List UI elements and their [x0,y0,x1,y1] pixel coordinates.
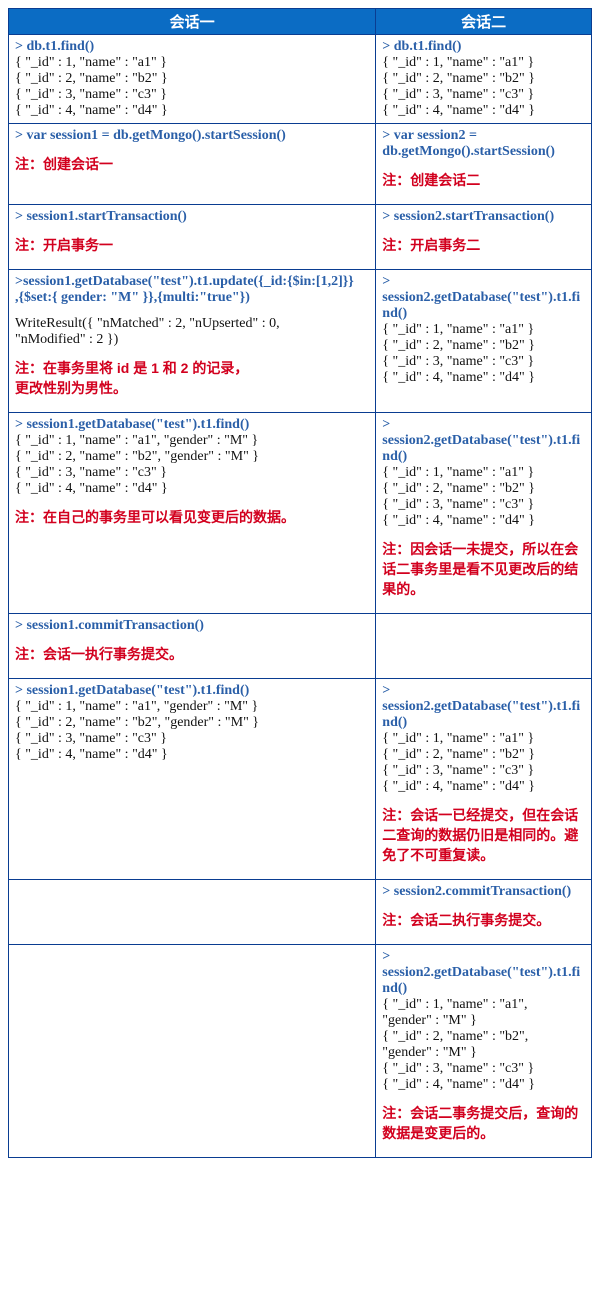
r2-left: > var session1 = db.getMongo().startSess… [9,124,376,205]
output-line: { "_id" : 1, "name" : "a1" } [15,55,167,70]
r6-right-empty [376,614,592,679]
output-line: { "_id" : 1, "name" : "a1" } [382,322,534,337]
note: 注：在自己的事务里可以看见变更后的数据。 [15,509,295,525]
output-line: { "_id" : 2, "name" : "b2" } [382,747,535,762]
r8-right: > session2.commitTransaction() 注：会话二执行事务… [376,880,592,945]
note: 话二事务里是看不见更改后的结 [382,561,578,577]
r4-left: >session1.getDatabase("test").t1.update(… [9,270,376,413]
output-line: { "_id" : 4, "name" : "d4" } [382,370,535,385]
command: nd() [382,715,407,730]
note: 注：在事务里将 id 是 1 和 2 的记录， [15,360,248,376]
output-line: { "_id" : 3, "name" : "c3" } [382,354,534,369]
output-line: { "_id" : 3, "name" : "c3" } [382,763,534,778]
command: > db.t1.find() [382,39,461,54]
output-line: { "_id" : 4, "name" : "d4" } [15,103,168,118]
output-line: { "_id" : 2, "name" : "b2" } [15,71,168,86]
output-line: { "_id" : 4, "name" : "d4" } [382,103,535,118]
command: session2.getDatabase("test").t1.fi [382,965,580,980]
note: 注：开启事务一 [15,237,113,253]
output-line: { "_id" : 1, "name" : "a1", "gender" : "… [15,433,258,448]
output-line: WriteResult({ "nMatched" : 2, "nUpserted… [15,316,280,331]
command: nd() [382,449,407,464]
command: nd() [382,306,407,321]
output-line: { "_id" : 4, "name" : "d4" } [382,513,535,528]
output-line: { "_id" : 3, "name" : "c3" } [15,87,167,102]
r8-left-empty [9,880,376,945]
note: 免了不可重复读。 [382,847,494,863]
command: db.getMongo().startSession() [382,144,555,159]
command: > session1.startTransaction() [15,209,187,224]
r5-right: > session2.getDatabase("test").t1.fi nd(… [376,413,592,614]
command: > session1.getDatabase("test").t1.find() [15,683,249,698]
command: session2.getDatabase("test").t1.fi [382,699,580,714]
command: ,{$set:{ gender: "M" }},{multi:"true"}) [15,290,250,305]
r1-right: > db.t1.find() { "_id" : 1, "name" : "a1… [376,35,592,124]
r9-left-empty [9,945,376,1158]
command: > var session1 = db.getMongo().startSess… [15,128,286,143]
r7-left: > session1.getDatabase("test").t1.find()… [9,679,376,880]
output-line: { "_id" : 1, "name" : "a1", "gender" : "… [15,699,258,714]
prompt: > [382,417,390,432]
command: > session1.getDatabase("test").t1.find() [15,417,249,432]
output-line: { "_id" : 3, "name" : "c3" } [382,1061,534,1076]
output-line: { "_id" : 3, "name" : "c3" } [382,87,534,102]
output-line: { "_id" : 1, "name" : "a1", [382,997,527,1012]
command: session2.getDatabase("test").t1.fi [382,433,580,448]
r3-left: > session1.startTransaction() 注：开启事务一 [9,205,376,270]
r4-right: > session2.getDatabase("test").t1.fi nd(… [376,270,592,413]
output-line: "gender" : "M" } [382,1045,477,1060]
output-line: { "_id" : 4, "name" : "d4" } [15,747,168,762]
command: > db.t1.find() [15,39,94,54]
output-line: { "_id" : 1, "name" : "a1" } [382,465,534,480]
header-session1: 会话一 [9,9,376,35]
note: 果的。 [382,581,424,597]
note: 注：会话一已经提交，但在会话 [382,807,578,823]
note: 更改性别为男性。 [15,380,127,396]
command: > session2.commitTransaction() [382,884,571,899]
command: nd() [382,981,407,996]
output-line: { "_id" : 2, "name" : "b2", [382,1029,528,1044]
r6-left: > session1.commitTransaction() 注：会话一执行事务… [9,614,376,679]
output-line: { "_id" : 4, "name" : "d4" } [382,1077,535,1092]
command: > var session2 = [382,128,477,143]
r2-right: > var session2 = db.getMongo().startSess… [376,124,592,205]
r7-right: > session2.getDatabase("test").t1.fi nd(… [376,679,592,880]
output-line: { "_id" : 3, "name" : "c3" } [15,465,167,480]
r3-right: > session2.startTransaction() 注：开启事务二 [376,205,592,270]
prompt: > [382,274,390,289]
note: 注：创建会话二 [382,172,480,188]
command: session2.getDatabase("test").t1.fi [382,290,580,305]
prompt: > [382,949,390,964]
command: > session2.startTransaction() [382,209,554,224]
note: 数据是变更后的。 [382,1125,494,1141]
r5-left: > session1.getDatabase("test").t1.find()… [9,413,376,614]
note: 注：开启事务二 [382,237,480,253]
output-line: { "_id" : 2, "name" : "b2" } [382,71,535,86]
output-line: { "_id" : 1, "name" : "a1" } [382,55,534,70]
command: > session1.commitTransaction() [15,618,204,633]
note: 注：因会话一未提交，所以在会 [382,541,578,557]
output-line: "nModified" : 2 }) [15,332,118,347]
output-line: "gender" : "M" } [382,1013,477,1028]
note: 注：会话二执行事务提交。 [382,912,550,928]
r1-left: > db.t1.find() { "_id" : 1, "name" : "a1… [9,35,376,124]
output-line: { "_id" : 2, "name" : "b2" } [382,338,535,353]
note: 注：会话二事务提交后，查询的 [382,1105,578,1121]
output-line: { "_id" : 3, "name" : "c3" } [382,497,534,512]
prompt: > [382,683,390,698]
output-line: { "_id" : 2, "name" : "b2" } [382,481,535,496]
session-comparison-table: 会话一 会话二 > db.t1.find() { "_id" : 1, "nam… [8,8,592,1158]
output-line: { "_id" : 2, "name" : "b2", "gender" : "… [15,715,259,730]
output-line: { "_id" : 2, "name" : "b2", "gender" : "… [15,449,259,464]
note: 二查询的数据仍旧是相同的。避 [382,827,578,843]
output-line: { "_id" : 3, "name" : "c3" } [15,731,167,746]
command: >session1.getDatabase("test").t1.update(… [15,274,354,289]
output-line: { "_id" : 4, "name" : "d4" } [15,481,168,496]
r9-right: > session2.getDatabase("test").t1.fi nd(… [376,945,592,1158]
note: 注：创建会话一 [15,156,113,172]
output-line: { "_id" : 1, "name" : "a1" } [382,731,534,746]
header-session2: 会话二 [376,9,592,35]
note: 注：会话一执行事务提交。 [15,646,183,662]
output-line: { "_id" : 4, "name" : "d4" } [382,779,535,794]
